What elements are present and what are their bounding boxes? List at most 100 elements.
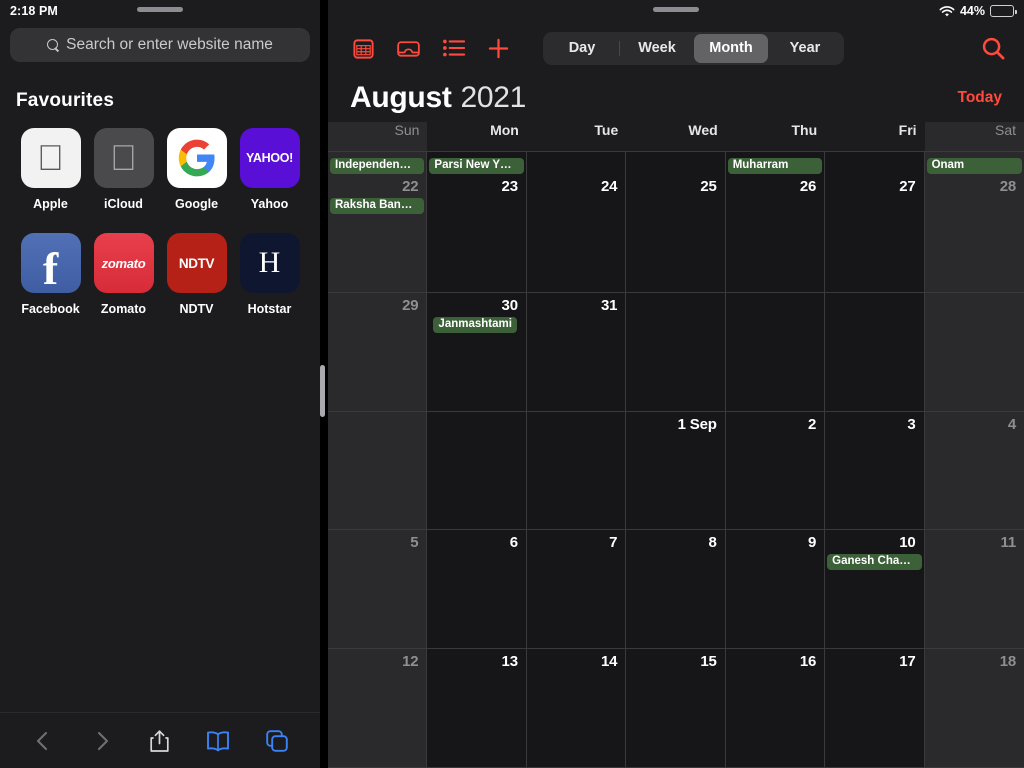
tab-year[interactable]: Year [768,34,842,63]
forward-button[interactable] [85,724,119,758]
calendar-day-cell[interactable]: 31 [526,292,627,412]
favourite-icloud[interactable]:  iCloud [87,128,160,211]
calendar-day-cell[interactable]: 2 [725,411,826,531]
calendar-day-cell[interactable]: 4 [924,411,1024,531]
favourite-zomato[interactable]: zomato Zomato [87,233,160,316]
calendar-title-row: August 2021 Today [328,74,1024,122]
calendar-month-grid: 22 Raksha Ban… 23 24 25 26 27 28 29 30 Janmashtami… [328,174,1024,768]
day-number: 14 [600,653,618,671]
calendar-day-cell[interactable]: 30 Janmashtami [427,292,527,412]
list-button[interactable] [440,35,466,61]
calendar-day-cell[interactable]: 1 Sep [626,411,726,531]
calendar-day-cell[interactable]: 27 [825,174,925,293]
day-number: 16 [799,653,817,671]
calendar-day-cell[interactable]: 26 [725,174,826,293]
calendar-day-cell[interactable]: 28 [924,174,1024,293]
favourite-apple[interactable]:  Apple [14,128,87,211]
calendar-event[interactable]: Independen… [330,158,425,174]
day-number: 2 [807,415,817,433]
calendar-day-cell[interactable]: 6 [427,530,527,650]
favourite-tile: NDTV [166,233,227,293]
today-button[interactable]: Today [958,89,1003,107]
calendar-cell-partial[interactable] [626,152,726,174]
tabs-button[interactable] [260,724,294,758]
day-number: 7 [609,534,618,552]
calendar-day-cell[interactable]: 29 [328,292,428,412]
calendar-event[interactable]: Onam [926,158,1022,174]
tabs-icon [266,729,288,752]
calendar-day-cell[interactable]: 25 [626,174,726,293]
calendar-day-cell[interactable]: 18 [924,649,1024,768]
back-icon [37,731,48,750]
yahoo-wordmark-icon: YAHOO! [245,151,294,165]
calendar-day-cell[interactable]: 13 [427,649,527,768]
calendar-event[interactable]: Janmashtami [433,316,517,333]
split-view-drag-handle[interactable] [320,365,325,417]
calendar-day-cell[interactable]: 22 Raksha Ban… [328,174,428,293]
calendar-day-cell[interactable]: 9 [725,530,826,650]
inbox-icon [396,40,420,57]
forward-icon [97,731,108,750]
calendar-day-cell[interactable]: 16 [725,649,826,768]
calendar-event[interactable]: Ganesh Cha… [827,554,922,571]
tab-week[interactable]: Week [620,34,694,63]
calendar-cell-partial[interactable] [825,152,925,174]
weekday-header-wed: Wed [688,122,718,138]
calendar-cell-partial[interactable] [526,152,627,174]
calendar-day-cell[interactable]: . [626,292,726,412]
favourite-google[interactable]: Google [160,128,233,211]
bookmarks-icon [207,730,230,751]
calendar-cell-partial[interactable]: Independen… [328,152,428,174]
favourite-hotstar[interactable]: H Hotstar [233,233,306,316]
calendar-day-cell[interactable]: . [924,292,1024,412]
tab-month[interactable]: Month [694,33,768,63]
safari-multitask-grabber[interactable] [137,7,183,12]
wifi-icon [939,5,955,17]
split-view-root: 2:18 PM Search or enter website name Fav… [0,0,1024,768]
calendar-day-cell[interactable]: 14 [526,649,627,768]
tab-day[interactable]: Day [545,34,619,63]
add-event-icon [488,38,508,58]
calendar-cell-partial[interactable]: Muharram [725,152,826,174]
calendar-day-cell[interactable]: 10 Ganesh Cha… [825,530,925,650]
inbox-button[interactable] [395,35,421,61]
weekday-header-mon: Mon [490,122,519,138]
calendar-day-cell[interactable]: 24 [526,174,627,293]
calendar-event[interactable]: Parsi New Y… [429,158,524,174]
calendar-day-cell[interactable]: . [427,411,527,531]
ndtv-wordmark-icon: NDTV [178,255,215,271]
favourite-yahoo[interactable]: YAHOO! Yahoo [233,128,306,211]
calendar-cell-partial[interactable]: Onam [924,152,1024,174]
calendar-day-cell[interactable]: . [328,411,428,531]
favourite-facebook[interactable]: f Facebook [14,233,87,316]
calendar-search-button[interactable] [978,33,1008,63]
calendar-event[interactable]: Muharram [727,158,823,174]
back-button[interactable] [26,724,60,758]
calendar-day-cell[interactable]: 17 [825,649,925,768]
favourite-label: Zomato [100,302,147,316]
day-number: 27 [899,178,916,195]
calendar-day-cell[interactable]: 3 [825,411,925,531]
day-number: 30 [501,296,518,314]
favourite-ndtv[interactable]: NDTV NDTV [160,233,233,316]
calendar-day-cell[interactable]: 15 [626,649,726,768]
calendar-day-cell[interactable]: . [526,411,627,531]
calendar-day-cell[interactable]: 23 [427,174,527,293]
calendar-day-cell[interactable]: 11 [924,530,1024,650]
calendar-day-cell[interactable]: 5 [328,530,428,650]
calendar-day-cell[interactable]: . [825,292,925,412]
calendar-toolbar-icons [350,35,511,61]
share-button[interactable] [143,724,177,758]
calendar-event[interactable]: Raksha Ban… [330,198,425,214]
favourite-label: NDTV [179,302,214,316]
calendar-day-cell[interactable]: 7 [526,530,627,650]
calendar-multitask-grabber[interactable] [653,7,699,12]
add-event-button[interactable] [485,35,511,61]
calendar-day-cell[interactable]: . [725,292,826,412]
search-input[interactable]: Search or enter website name [10,28,310,62]
calendar-day-cell[interactable]: 8 [626,530,726,650]
calendar-day-cell[interactable]: 12 [328,649,428,768]
calendar-cell-partial[interactable]: Parsi New Y… [427,152,527,174]
calendars-button[interactable] [350,35,376,61]
bookmarks-button[interactable] [201,724,235,758]
